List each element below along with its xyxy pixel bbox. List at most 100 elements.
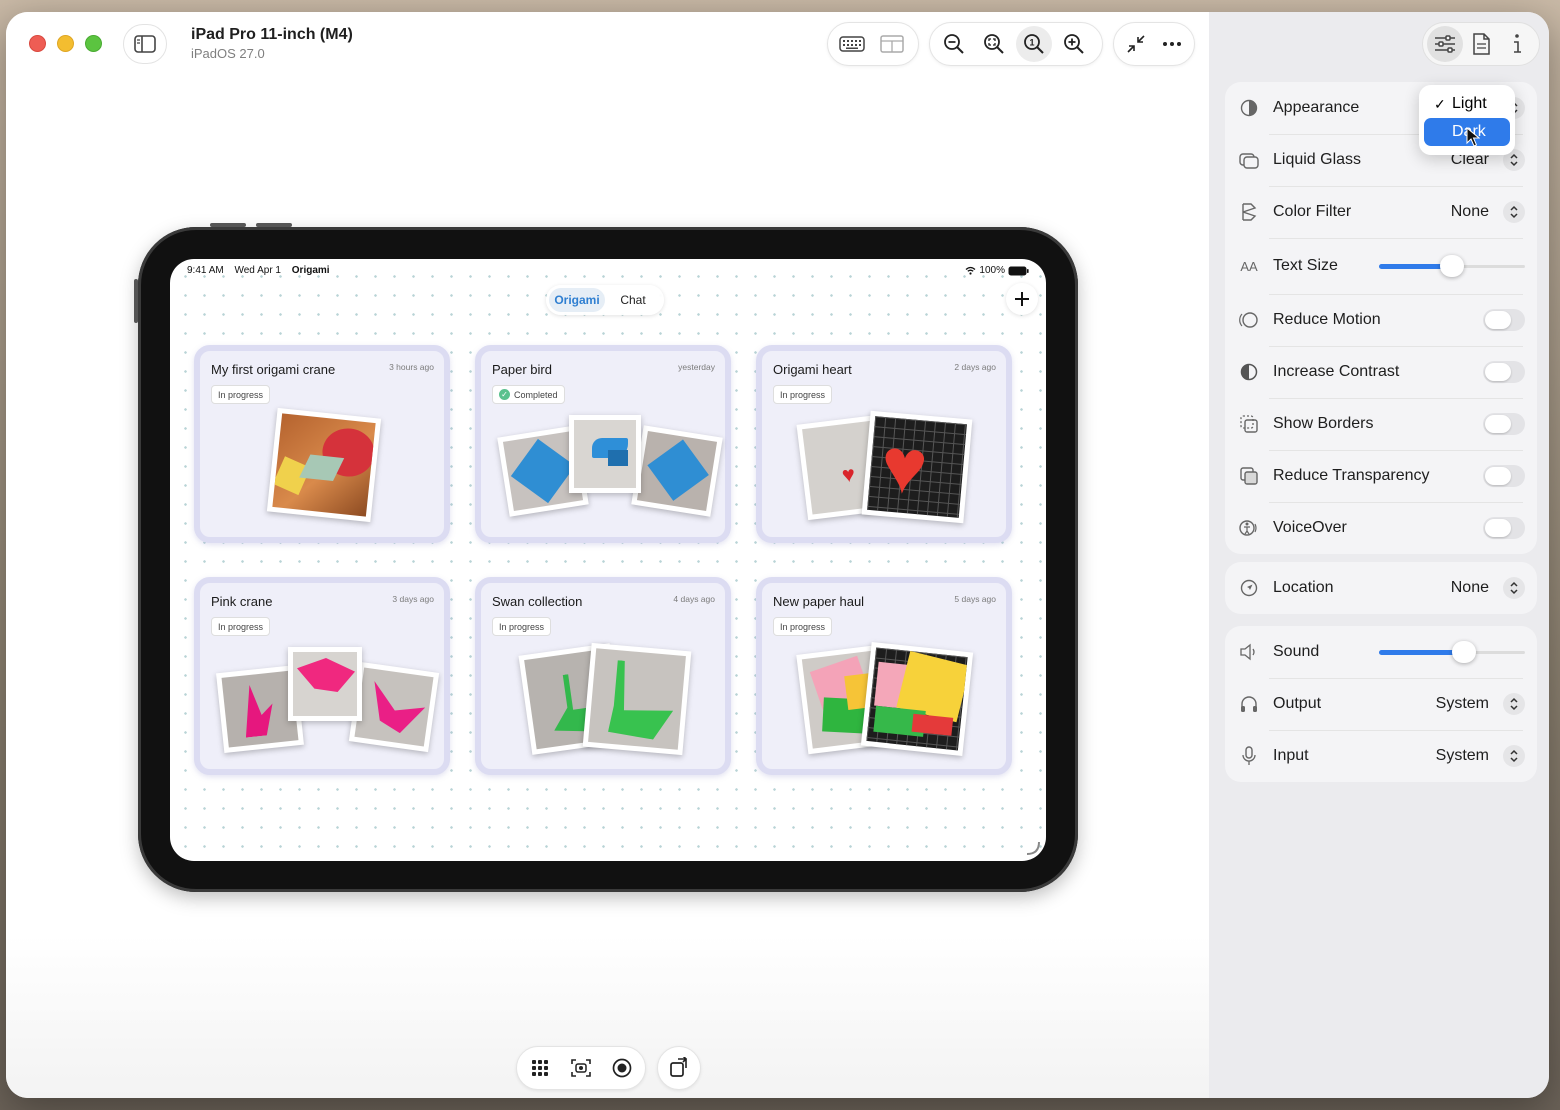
document-tab-button[interactable] [1463,26,1499,62]
mouse-cursor-icon [1466,127,1480,147]
card-photo [288,647,362,721]
stepper-icon[interactable] [1503,693,1525,715]
appearance-option-light[interactable]: ✓ Light [1424,90,1510,118]
device-actions-group [516,1046,646,1090]
tab-chat[interactable]: Chat [605,288,661,312]
stepper-icon[interactable] [1503,201,1525,223]
setting-label: Appearance [1273,99,1360,116]
slider-knob[interactable] [1451,641,1476,663]
slider-knob[interactable] [1440,255,1464,277]
info-tab-button[interactable] [1499,26,1535,62]
card-title: Origami heart [773,362,852,377]
voiceover-toggle[interactable] [1483,517,1525,539]
setting-reduce-motion[interactable]: Reduce Motion [1225,294,1537,346]
origami-chat-segmented-control: Origami Chat [546,285,664,315]
zoom-out-button[interactable] [936,26,972,62]
setting-sound[interactable]: Sound [1225,626,1537,678]
setting-label: Output [1273,695,1322,712]
status-badge-label: In progress [780,621,826,632]
record-button[interactable] [604,1050,639,1086]
card-photo [266,407,382,523]
sidebar-toggle-button[interactable] [123,24,167,64]
status-time: 9:41 AM [187,265,224,276]
zoom-in-button[interactable] [1056,26,1092,62]
settings-sidebar: Appearance Liquid Glass Clear Color Filt… [1209,12,1549,1098]
show-borders-toggle[interactable] [1483,413,1525,435]
project-card-new-paper-haul[interactable]: New paper haul 5 days ago In progress [756,577,1012,775]
reduce-transparency-toggle[interactable] [1483,465,1525,487]
setting-reduce-transparency[interactable]: Reduce Transparency [1225,450,1537,502]
window-toolbar-group [1113,22,1195,66]
screenshot-button[interactable] [564,1050,599,1086]
text-size-icon: AA [1240,258,1258,274]
add-project-button[interactable] [1006,283,1038,315]
window-subtitle: iPadOS 27.0 [191,46,265,61]
volume-down-hardware-button[interactable] [256,223,292,227]
screenshot-icon [571,1059,591,1077]
setting-label: Reduce Transparency [1273,467,1430,484]
setting-location[interactable]: Location None [1225,562,1537,614]
reduce-motion-toggle[interactable] [1483,309,1525,331]
layout-button[interactable] [874,26,910,62]
setting-input[interactable]: Input System [1225,730,1537,782]
checkmark-icon: ✓ [499,389,510,400]
setting-value: None [1450,203,1489,220]
location-icon [1239,578,1259,598]
zoom-in-icon [1064,34,1084,54]
status-badge: In progress [211,385,271,404]
setting-voiceover[interactable]: VoiceOver [1225,502,1537,554]
setting-color-filter[interactable]: Color Filter None [1225,186,1537,238]
close-window-button[interactable] [29,35,46,52]
project-card-swan-collection[interactable]: Swan collection 4 days ago In progress [475,577,731,775]
ipad-screen[interactable]: 9:41 AM Wed Apr 1 Origami 100% Origami C… [170,259,1046,861]
status-badge: In progress [773,385,833,404]
project-card-paper-bird[interactable]: Paper bird yesterday ✓ Completed [475,345,731,543]
setting-value: None [1450,579,1489,596]
status-badge: In progress [211,617,271,636]
keyboard-button[interactable] [834,26,870,62]
setting-text-size[interactable]: AA Text Size [1225,238,1537,294]
text-size-slider[interactable] [1379,255,1525,277]
window-title: iPad Pro 11-inch (M4) [191,26,353,43]
status-badge-label: In progress [499,621,545,632]
document-icon [1473,33,1490,55]
setting-show-borders[interactable]: Show Borders [1225,398,1537,450]
zoom-window-button[interactable] [85,35,102,52]
zoom-actual-size-button[interactable]: 1 [1016,26,1052,62]
project-card-pink-crane[interactable]: Pink crane 3 days ago In progress [194,577,450,775]
resize-handle-icon[interactable] [1024,839,1040,855]
project-card-first-crane[interactable]: My first origami crane 3 hours ago In pr… [194,345,450,543]
setting-output[interactable]: Output System [1225,678,1537,730]
color-filter-icon [1239,202,1259,222]
rotate-device-button[interactable] [661,1050,697,1086]
collapse-icon [1127,35,1145,53]
collapse-button[interactable] [1120,26,1152,62]
settings-tab-button[interactable] [1427,26,1463,62]
tab-origami[interactable]: Origami [549,288,605,312]
volume-up-hardware-button[interactable] [210,223,246,227]
status-badge-label: In progress [780,389,826,400]
sliders-icon [1435,35,1455,53]
minimize-window-button[interactable] [57,35,74,52]
power-hardware-button[interactable] [134,279,138,323]
more-button[interactable] [1156,26,1188,62]
setting-label: Sound [1273,643,1320,660]
checkmark-icon: ✓ [1434,95,1446,112]
reduce-motion-icon [1239,310,1259,330]
plus-icon [1015,292,1029,306]
wifi-icon [965,266,976,275]
stepper-icon[interactable] [1503,577,1525,599]
slider-fill [1379,650,1464,655]
stepper-icon[interactable] [1503,745,1525,767]
card-title: New paper haul [773,594,865,609]
increase-contrast-toggle[interactable] [1483,361,1525,383]
project-card-origami-heart[interactable]: Origami heart 2 days ago In progress ♥ ♥ [756,345,1012,543]
setting-increase-contrast[interactable]: Increase Contrast [1225,346,1537,398]
voiceover-icon [1239,518,1259,538]
card-timestamp: 5 days ago [954,594,996,604]
zoom-fit-button[interactable] [976,26,1012,62]
home-screen-button[interactable] [523,1050,558,1086]
appearance-icon [1239,98,1259,118]
sound-volume-slider[interactable] [1379,641,1525,663]
show-borders-icon [1239,414,1259,434]
